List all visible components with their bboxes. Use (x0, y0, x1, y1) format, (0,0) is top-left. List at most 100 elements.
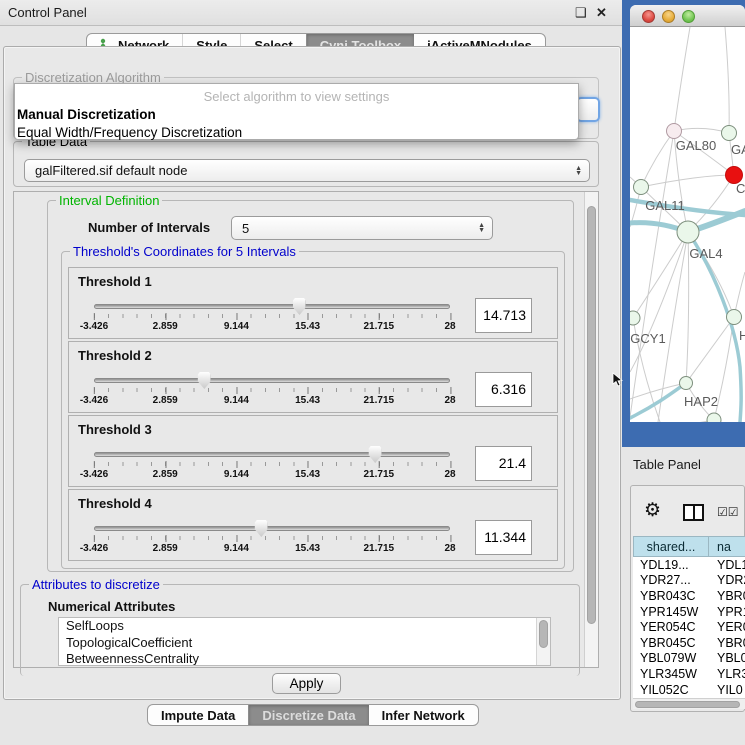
slider-track[interactable] (94, 526, 450, 531)
table-row[interactable]: YER054CYER0 (633, 619, 745, 635)
node-h (727, 310, 742, 325)
threshold-3-panel: Threshold 3 -3.426 2.859 9.144 15.43 21.… (68, 415, 558, 487)
table-row[interactable]: YIL052CYIL0 (633, 682, 745, 698)
node-label: H (739, 328, 745, 343)
group-title: Threshold's Coordinates for 5 Intervals (70, 244, 299, 259)
scrollbar-thumb[interactable] (635, 701, 740, 708)
node-gal11 (634, 180, 649, 195)
node-ga (722, 126, 737, 141)
node-label: HAP2 (684, 394, 718, 409)
columns-icon[interactable] (683, 504, 704, 521)
scrollbar-thumb[interactable] (539, 620, 548, 648)
network-graph: GAL80 GA C GAL11 GAL4 GCY1 H HAP2 (630, 27, 745, 422)
tab-infer-network[interactable]: Infer Network (369, 705, 478, 725)
node-partial (707, 413, 721, 422)
table-data-selected: galFiltered.sif default node (35, 163, 187, 178)
dropdown-option-manual[interactable]: Manual Discretization (15, 106, 578, 124)
threshold-3-slider[interactable]: -3.426 2.859 9.144 15.43 21.715 28 (94, 444, 450, 474)
float-window-icon[interactable]: ❑ (575, 5, 587, 21)
node-label: GCY1 (630, 331, 665, 346)
node-hap2 (680, 377, 693, 390)
combo-spinner-icon: ▲▼ (575, 166, 582, 176)
threshold-1-value-field[interactable]: 14.713 (475, 298, 532, 333)
group-title: Attributes to discretize (29, 577, 163, 592)
cyni-toolbox-panel: Discretization Algorithm Select algorith… (3, 46, 621, 700)
close-icon[interactable]: ✕ (596, 5, 607, 21)
threshold-3-value-field[interactable]: 21.4 (475, 446, 532, 481)
network-canvas[interactable]: GAL80 GA C GAL11 GAL4 GCY1 H HAP2 (630, 27, 745, 422)
network-window: GAL80 GA C GAL11 GAL4 GCY1 H HAP2 (630, 5, 745, 422)
algorithm-combobox[interactable] (576, 97, 600, 122)
node-label: GAL80 (676, 138, 716, 153)
table-row[interactable]: YBR045CYBR0 (633, 635, 745, 651)
apply-button[interactable]: Apply (272, 673, 341, 694)
slider-ticks (94, 462, 450, 466)
minimize-traffic-light-icon[interactable] (662, 10, 675, 23)
node-label: GAL11 (645, 198, 685, 213)
table-horizontal-scrollbar[interactable] (633, 698, 745, 709)
threshold-2-panel: Threshold 2 -3.426 2.859 9.144 15.43 21.… (68, 341, 558, 413)
threshold-2-slider[interactable]: -3.426 2.859 9.144 15.43 21.715 28 (94, 370, 450, 400)
table-row[interactable]: YLR345WYLR3 (633, 666, 745, 682)
node-label: GA (731, 142, 745, 157)
list-item[interactable]: SelfLoops (59, 618, 550, 635)
tab-discretize-data[interactable]: Discretize Data (248, 705, 368, 725)
group-title: Interval Definition (56, 193, 162, 208)
table-row[interactable]: YBR043CYBR0 (633, 588, 745, 604)
slider-handle[interactable] (198, 372, 211, 389)
numerical-attributes-label: Numerical Attributes (48, 599, 175, 614)
slider-handle[interactable] (293, 298, 306, 315)
close-traffic-light-icon[interactable] (642, 10, 655, 23)
network-window-titlebar[interactable] (630, 5, 745, 27)
tab-impute-data[interactable]: Impute Data (148, 705, 248, 725)
cyni-bottom-tabs: Impute Data Discretize Data Infer Networ… (147, 704, 479, 726)
threshold-4-slider[interactable]: -3.426 2.859 9.144 15.43 21.715 28 (94, 518, 450, 548)
slider-track[interactable] (94, 304, 450, 309)
table-row[interactable]: YDL19...YDL1 (633, 557, 745, 573)
settings-scroll-panel: Interval Definition Number of Intervals … (13, 191, 599, 668)
numerical-attributes-list[interactable]: SelfLoops TopologicalCoefficient Between… (58, 617, 551, 666)
settings-scrollbar[interactable] (584, 192, 598, 667)
right-panel: GAL80 GA C GAL11 GAL4 GCY1 H HAP2 Table … (622, 0, 745, 745)
column-header-shared-name[interactable]: shared... (633, 536, 709, 557)
control-panel-titlebar: Control Panel ❑ ✕ (0, 0, 622, 26)
column-header-name[interactable]: na (709, 536, 745, 557)
number-of-intervals-combobox[interactable]: 5 ▲▼ (231, 216, 493, 240)
select-columns-icon[interactable]: ☑☑ (717, 505, 739, 519)
gear-icon[interactable]: ⚙ (644, 502, 661, 520)
panel-title: Control Panel (8, 5, 87, 20)
table-header-row: shared... na (633, 536, 745, 557)
table-panel: ⚙ ☑☑ shared... na YDL19...YDL1 YDR27...Y… (630, 485, 745, 712)
threshold-2-value-field[interactable]: 6.316 (475, 372, 532, 407)
table-row[interactable]: YPR145WYPR1 (633, 604, 745, 620)
slider-track[interactable] (94, 378, 450, 383)
network-window-frame: GAL80 GA C GAL11 GAL4 GCY1 H HAP2 (622, 0, 745, 447)
thresholds-group: Threshold's Coordinates for 5 Intervals … (61, 251, 565, 569)
node-label: GAL4 (689, 246, 722, 261)
list-item[interactable]: TopologicalCoefficient (59, 635, 550, 652)
list-scrollbar[interactable] (536, 618, 550, 665)
table-row[interactable]: YDR27...YDR2 (633, 573, 745, 589)
threshold-4-value-field[interactable]: 11.344 (475, 520, 532, 555)
list-item[interactable]: BetweennessCentrality (59, 651, 550, 666)
slider-handle[interactable] (255, 520, 268, 537)
table-row[interactable]: YBL079WYBL0 (633, 651, 745, 667)
slider-ticks (94, 314, 450, 318)
threshold-1-slider[interactable]: -3.426 2.859 9.144 15.43 21.715 28 (94, 296, 450, 326)
node-gal80 (667, 124, 682, 139)
zoom-traffic-light-icon[interactable] (682, 10, 695, 23)
number-of-intervals-value: 5 (242, 221, 249, 236)
combo-spinner-icon: ▲▼ (478, 223, 485, 233)
attributes-group: Attributes to discretize Numerical Attri… (20, 584, 580, 676)
scrollbar-thumb[interactable] (587, 206, 596, 624)
table-data-combobox[interactable]: galFiltered.sif default node ▲▼ (24, 159, 590, 182)
slider-track[interactable] (94, 452, 450, 457)
node-gal4 (677, 221, 699, 243)
control-panel: Control Panel ❑ ✕ Network Style Select C… (0, 0, 622, 745)
dropdown-hint: Select algorithm to view settings (15, 89, 578, 104)
table-data-group: Table Data galFiltered.sif default node … (13, 141, 599, 187)
number-of-intervals-label: Number of Intervals (88, 220, 210, 235)
dropdown-option-equal-width[interactable]: Equal Width/Frequency Discretization (15, 124, 578, 142)
mouse-cursor (612, 372, 623, 387)
node-gcy1 (630, 311, 640, 325)
